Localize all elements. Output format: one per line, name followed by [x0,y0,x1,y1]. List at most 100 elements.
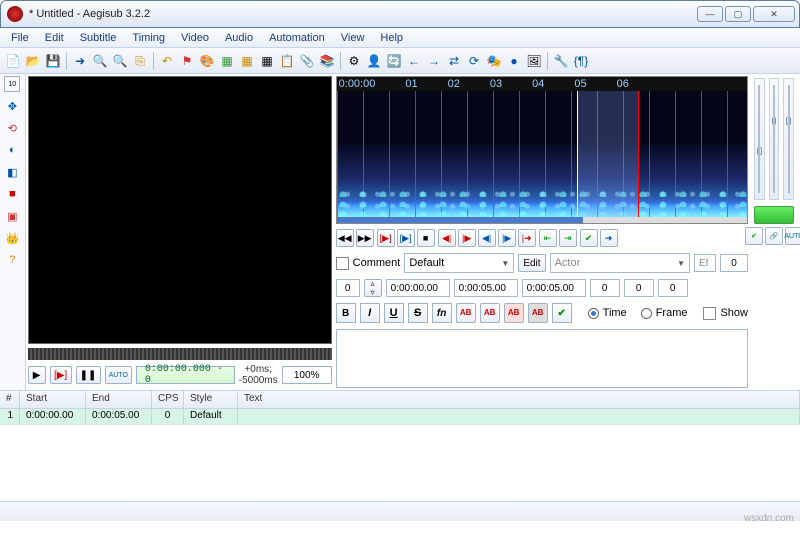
sort-icon[interactable]: ⟳ [465,52,483,70]
margin-v-field[interactable] [658,279,688,297]
play-after-start-button[interactable]: |▶ [458,229,476,247]
color1-button[interactable]: AB [456,303,476,323]
bold-button[interactable]: B [336,303,356,323]
play-sel-button[interactable]: [▶] [377,229,395,247]
audio-spectrogram[interactable]: 0:00:00010203040506 [336,76,748,224]
color4-button[interactable]: AB [528,303,548,323]
col-style[interactable]: Style [184,391,238,408]
pause-button[interactable]: ❚❚ [76,366,101,384]
props-icon[interactable]: 📋 [278,52,296,70]
menu-video[interactable]: Video [174,30,216,46]
layer-spinner[interactable]: ▵▿ [364,279,382,297]
menu-audio[interactable]: Audio [218,30,260,46]
drag-tool-icon[interactable]: ✥ [4,98,20,114]
play-to-end-button[interactable]: |➜ [518,229,536,247]
h-zoom-slider[interactable] [754,78,765,200]
spellcheck-icon[interactable]: → [425,52,443,70]
audio-selection[interactable] [577,91,639,217]
underline-button[interactable]: U [384,303,404,323]
menu-edit[interactable]: Edit [38,30,71,46]
end-time-field[interactable] [454,279,518,297]
color2-button[interactable]: AB [480,303,500,323]
fonts-icon[interactable]: 📚 [318,52,336,70]
lead-out-button[interactable]: ⇥ [559,229,577,247]
video-timecode[interactable]: 0:00:00.000 - 0 [136,366,235,384]
menu-view[interactable]: View [334,30,372,46]
auto-next-toggle[interactable]: 🔗 [765,227,783,245]
copy-icon[interactable]: ⎘ [131,52,149,70]
col-text[interactable]: Text [238,391,800,408]
cycle-icon[interactable]: {¶} [572,52,590,70]
frame-radio[interactable] [641,308,652,319]
attach-icon[interactable]: 📎 [298,52,316,70]
text-edit-box[interactable] [336,329,748,388]
margin-r-field[interactable] [624,279,654,297]
commit-text-button[interactable]: ✔ [552,303,572,323]
select-lines-icon[interactable]: ⇄ [445,52,463,70]
volume-slider[interactable] [783,78,794,200]
edit-style-button[interactable]: Edit [518,254,545,272]
resample-icon[interactable]: 🔄 [385,52,403,70]
style-combo[interactable]: Default▼ [404,253,514,273]
menu-file[interactable]: File [4,30,36,46]
clip-tool-icon[interactable]: ■ [4,186,20,202]
table-row[interactable]: 1 0:00:00.00 0:00:05.00 0 Default [0,409,800,425]
show-orig-checkbox[interactable] [703,307,716,320]
grid2-icon[interactable]: ▦ [238,52,256,70]
lead-in-button[interactable]: ⇤ [539,229,557,247]
stop-button[interactable]: ■ [417,229,435,247]
next-line-button[interactable]: ▶▶ [356,229,374,247]
audio-scrollbar[interactable] [337,217,747,223]
col-num[interactable]: # [0,391,20,408]
styles-icon[interactable]: 🎨 [198,52,216,70]
video-display[interactable] [28,76,332,344]
menu-automation[interactable]: Automation [262,30,332,46]
help-tool-icon[interactable]: ? [4,252,20,268]
play-before-start-button[interactable]: ◀| [438,229,456,247]
kanji-icon[interactable]: ● [505,52,523,70]
std-tool-icon[interactable]: 10 [4,76,20,92]
effect-val-field[interactable] [720,254,748,272]
play-button[interactable]: ▶ [28,366,46,384]
play-line-audio-button[interactable]: [▶] [397,229,415,247]
close-button[interactable]: ✕ [753,6,795,22]
goto-button[interactable]: ➜ [600,229,618,247]
grid3-icon[interactable]: ▦ [258,52,276,70]
menu-help[interactable]: Help [373,30,410,46]
comment-checkbox[interactable] [336,257,349,270]
col-end[interactable]: End [86,391,152,408]
search-icon[interactable]: 🔍 [91,52,109,70]
scale-tool-icon[interactable]: ◧ [4,164,20,180]
rotz-tool-icon[interactable]: ⟲ [4,120,20,136]
commit-button[interactable]: ✔ [580,229,598,247]
rotxy-tool-icon[interactable]: ◐ [4,142,20,158]
autoscroll-toggle[interactable]: AUTO [105,366,132,384]
effect-field[interactable] [694,254,716,272]
col-start[interactable]: Start [20,391,86,408]
layer-field[interactable] [336,279,360,297]
timing-post-icon[interactable]: ← [405,52,423,70]
save-icon[interactable]: 💾 [44,52,62,70]
video-zoom[interactable] [282,366,332,384]
auto-commit-toggle[interactable]: ✔ [745,227,763,245]
col-cps[interactable]: CPS [152,391,184,408]
karaoke-split-icon[interactable]: 👑 [4,230,20,246]
new-icon[interactable]: 📄 [4,52,22,70]
fontname-button[interactable]: fn [432,303,452,323]
undo-icon[interactable]: ↶ [158,52,176,70]
play-line-button[interactable]: [▶] [50,366,72,384]
maximize-button[interactable]: ▢ [725,6,751,22]
menu-timing[interactable]: Timing [125,30,172,46]
italic-button[interactable]: I [360,303,380,323]
video-seekbar[interactable] [28,348,332,360]
jump-start-icon[interactable]: ➜ [71,52,89,70]
shift-icon[interactable]: 🎭 [485,52,503,70]
flag-icon[interactable]: ⚑ [178,52,196,70]
vclip-tool-icon[interactable]: ▣ [4,208,20,224]
options-icon[interactable]: 🔧 [552,52,570,70]
auto-scroll-toggle[interactable]: AUTO [785,227,800,245]
play-before-end-button[interactable]: ◀| [478,229,496,247]
actor-combo[interactable]: Actor▼ [550,253,690,273]
grid1-icon[interactable]: ▦ [218,52,236,70]
strike-button[interactable]: S [408,303,428,323]
